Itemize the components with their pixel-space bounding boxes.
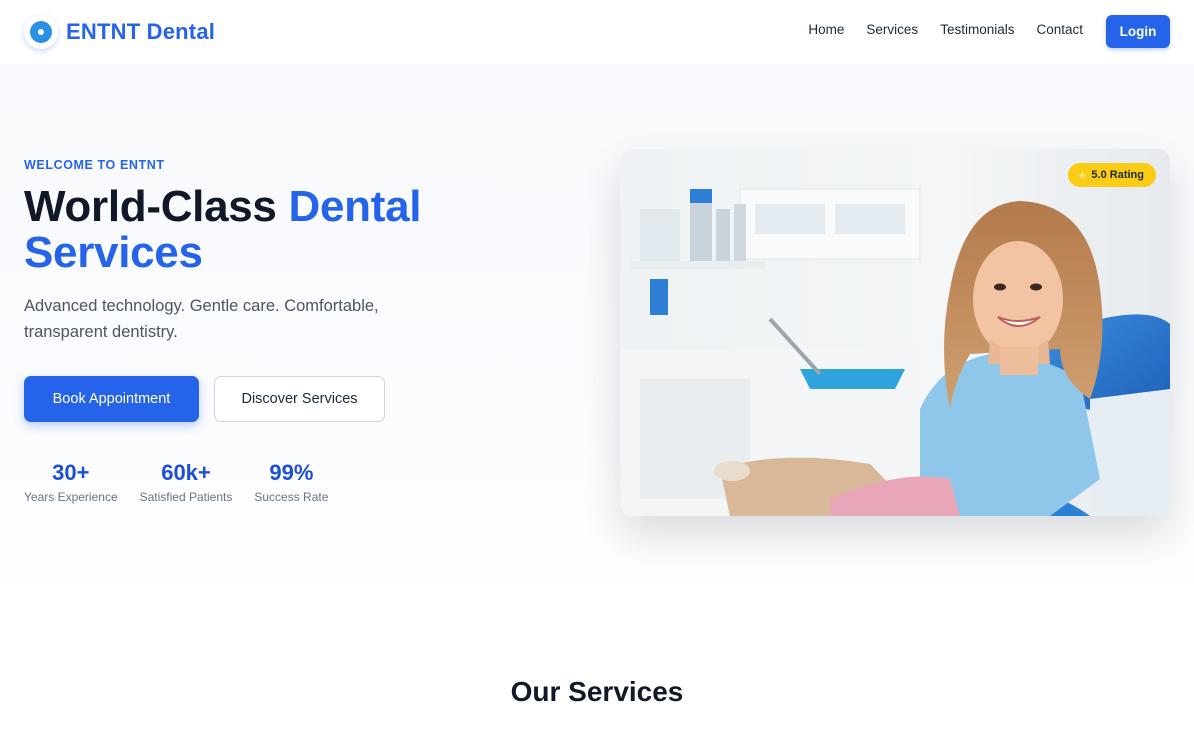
services-heading: Our Services bbox=[510, 676, 684, 707]
nav-link-testimonials[interactable]: Testimonials bbox=[940, 22, 1014, 37]
rating-badge: ★ 5.0 Rating bbox=[1067, 163, 1156, 187]
hero-subtext: Advanced technology. Gentle care. Comfor… bbox=[24, 297, 379, 341]
stat-value: 60k+ bbox=[161, 460, 211, 485]
patient-photo-illustration bbox=[620, 149, 1170, 516]
nav-link-home[interactable]: Home bbox=[808, 22, 844, 37]
tooth-logo-icon bbox=[24, 15, 58, 49]
discover-services-button[interactable]: Discover Services bbox=[214, 376, 385, 422]
nav-link-services[interactable]: Services bbox=[866, 22, 918, 37]
rating-text: 5.0 Rating bbox=[1091, 169, 1144, 181]
book-appointment-button[interactable]: Book Appointment bbox=[24, 376, 199, 422]
nav-links: Home Services Testimonials Contact bbox=[808, 22, 1083, 37]
hero-section: WELCOME TO ENTNT World-Class Dental Serv… bbox=[0, 64, 1194, 604]
hero-headline: World-Class Dental Services bbox=[24, 184, 544, 276]
hero-eyebrow: WELCOME TO ENTNT bbox=[24, 158, 165, 172]
brand-name: ENTNT Dental bbox=[66, 19, 216, 44]
stat-patients: 60k+ Satisfied Patients bbox=[140, 460, 233, 504]
stat-label: Satisfied Patients bbox=[139, 490, 233, 504]
hero-photo: ★ 5.0 Rating bbox=[620, 149, 1170, 516]
nav-link-contact[interactable]: Contact bbox=[1036, 22, 1083, 37]
brand-logo[interactable]: ENTNT Dental bbox=[24, 15, 215, 49]
stat-value: 99% bbox=[269, 460, 314, 485]
stat-years: 30+ Years Experience bbox=[24, 460, 118, 504]
stat-label: Years Experience bbox=[24, 490, 118, 504]
hero-stats: 30+ Years Experience 60k+ Satisfied Pati… bbox=[24, 460, 350, 504]
navbar: ENTNT Dental Home Services Testimonials … bbox=[0, 0, 1194, 64]
star-icon: ★ bbox=[1077, 169, 1088, 182]
login-button[interactable]: Login bbox=[1106, 15, 1170, 48]
headline-main: World-Class bbox=[24, 182, 289, 231]
stat-label: Success Rate bbox=[254, 490, 329, 504]
stat-value: 30+ bbox=[52, 460, 90, 485]
stat-success: 99% Success Rate bbox=[254, 460, 328, 504]
